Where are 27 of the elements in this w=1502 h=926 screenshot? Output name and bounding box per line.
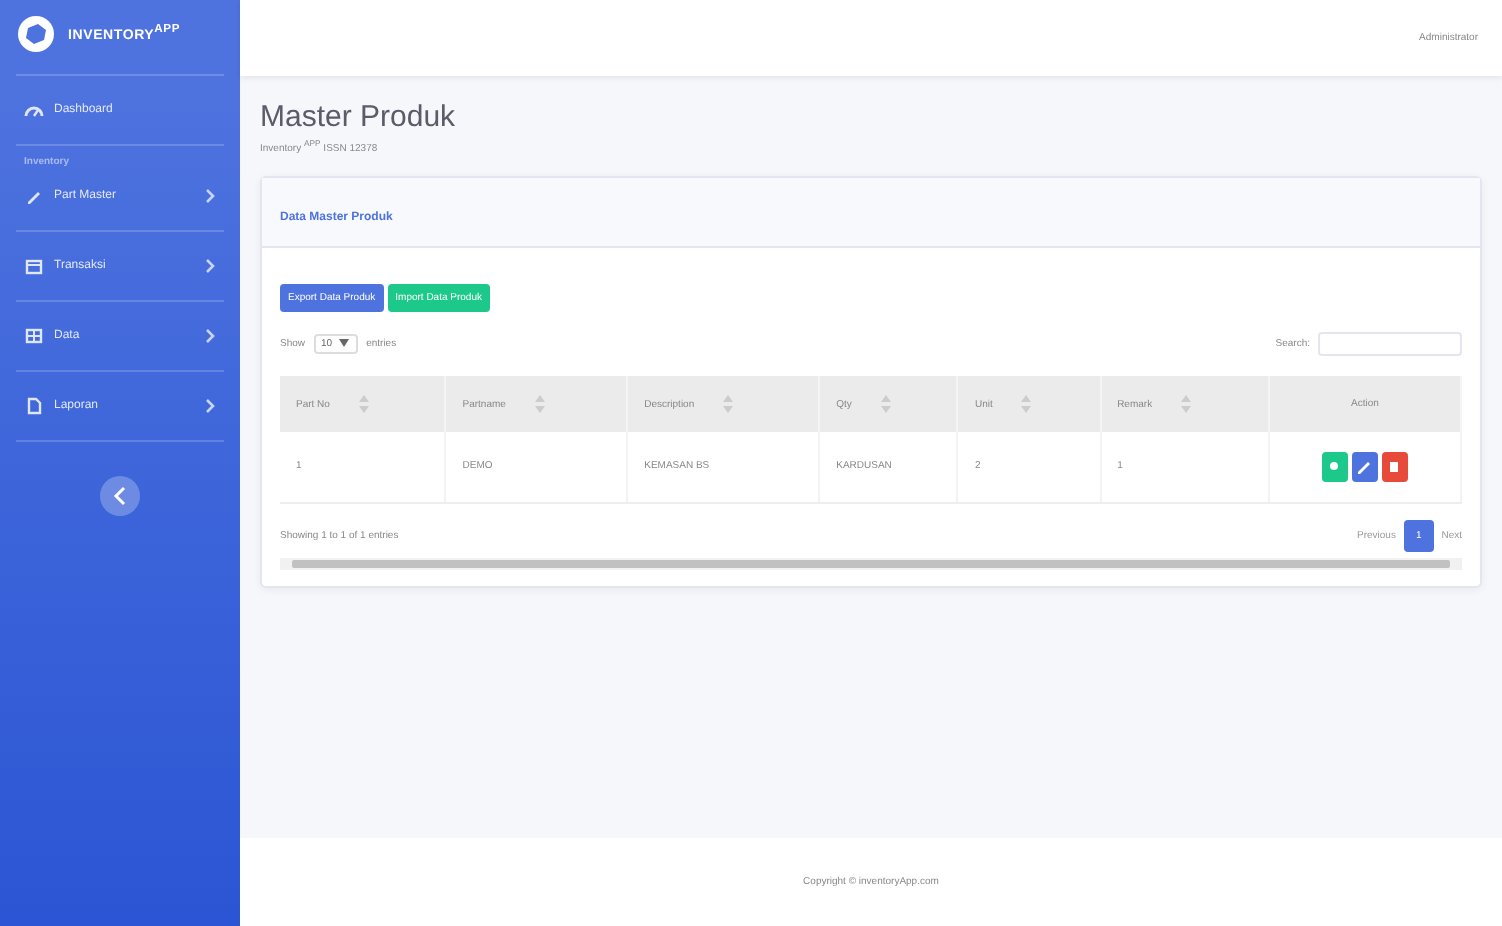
sort-icon [1020, 393, 1033, 414]
delete-button[interactable] [1381, 451, 1408, 482]
box-icon [24, 256, 44, 276]
table-icon [24, 326, 44, 346]
scrollbar[interactable] [280, 557, 1462, 570]
logo-icon [16, 14, 56, 54]
chevron-icon [204, 188, 216, 204]
sidebar-toggle-button[interactable] [100, 476, 140, 516]
caret-icon [338, 338, 351, 349]
sort-icon [1180, 393, 1193, 414]
sort-icon [357, 393, 370, 414]
chevron-icon [112, 486, 128, 506]
file-icon [24, 396, 44, 416]
edit-button[interactable] [1351, 451, 1378, 482]
trash-icon [1386, 458, 1403, 475]
chevron-icon [204, 258, 216, 274]
chevron-icon [204, 398, 216, 414]
sort-icon [533, 393, 546, 414]
page-title: Master Produk [260, 100, 458, 134]
pencil-icon [1356, 458, 1373, 475]
sort-icon [722, 393, 735, 414]
chevron-icon [204, 328, 216, 344]
eye-icon [1326, 458, 1343, 475]
pencil-icon [24, 186, 44, 206]
detail-button[interactable] [1321, 451, 1348, 482]
search-field[interactable] [1318, 331, 1462, 356]
sort-icon [879, 393, 892, 414]
